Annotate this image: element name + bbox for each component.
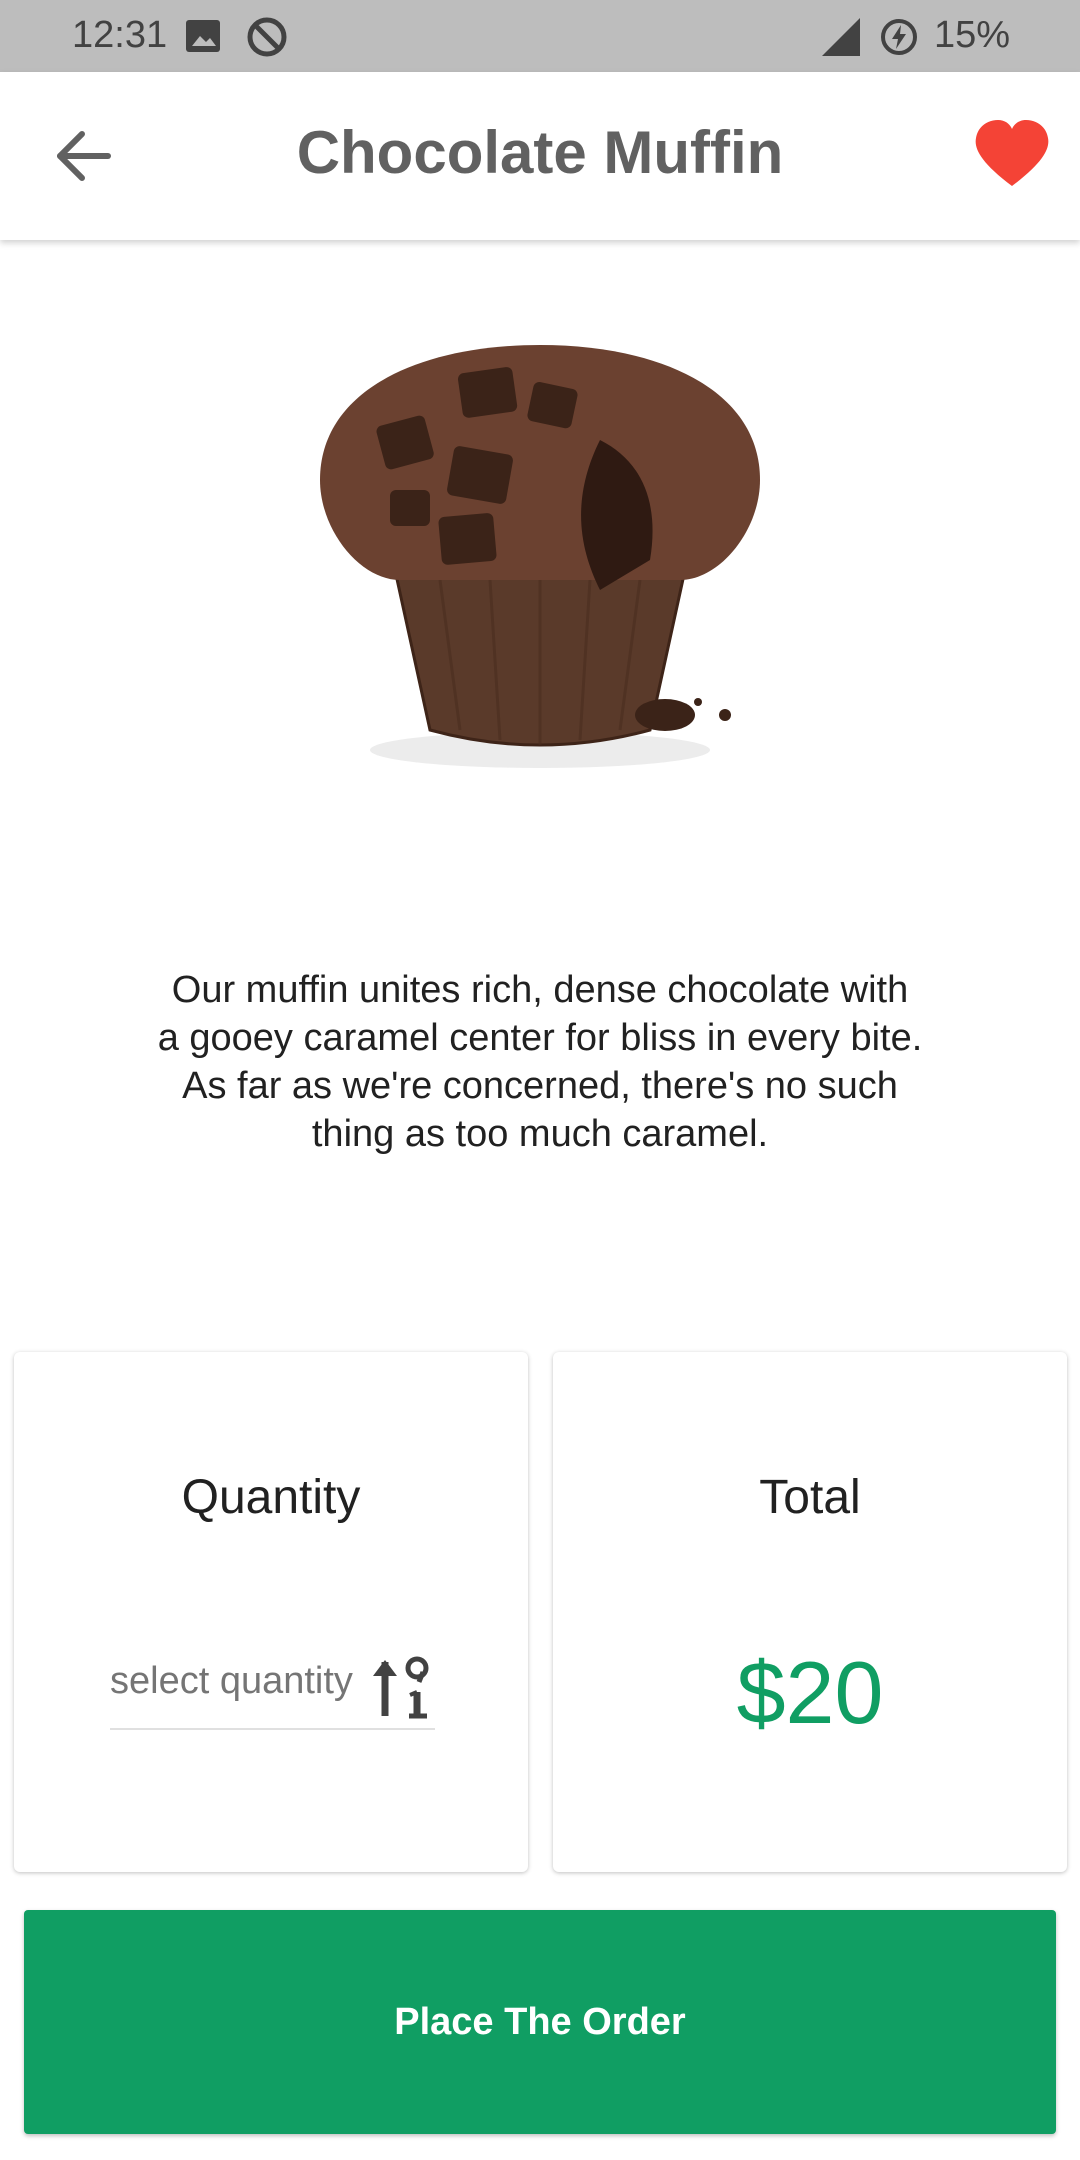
status-time: 12:31 xyxy=(72,14,168,56)
total-title: Total xyxy=(759,1471,861,1524)
product-image xyxy=(300,330,780,800)
image-icon xyxy=(184,16,224,61)
quantity-title: Quantity xyxy=(181,1471,361,1524)
quantity-placeholder: select quantity xyxy=(110,1660,353,1702)
sort-numeric-icon xyxy=(373,1656,429,1719)
no-disturb-icon xyxy=(246,16,288,63)
status-bar: 12:31 15% xyxy=(0,0,1080,72)
page-title: Chocolate Muffin xyxy=(296,119,784,186)
total-value: $20 xyxy=(736,1643,884,1742)
quantity-card: Quantity select quantity xyxy=(14,1352,528,1872)
product-description: Our muffin unites rich, dense chocolate … xyxy=(157,969,923,1155)
total-card: Total $20 xyxy=(553,1352,1067,1872)
status-battery: 15% xyxy=(933,14,1010,56)
signal-icon xyxy=(820,16,862,63)
quantity-select[interactable]: select quantity xyxy=(110,1648,435,1730)
app-bar: Chocolate Muffin xyxy=(0,72,1080,240)
favorite-button[interactable] xyxy=(972,118,1052,190)
place-order-button[interactable]: Place The Order xyxy=(24,1910,1056,2134)
battery-saver-icon xyxy=(878,16,920,63)
heart-icon xyxy=(975,120,1049,186)
